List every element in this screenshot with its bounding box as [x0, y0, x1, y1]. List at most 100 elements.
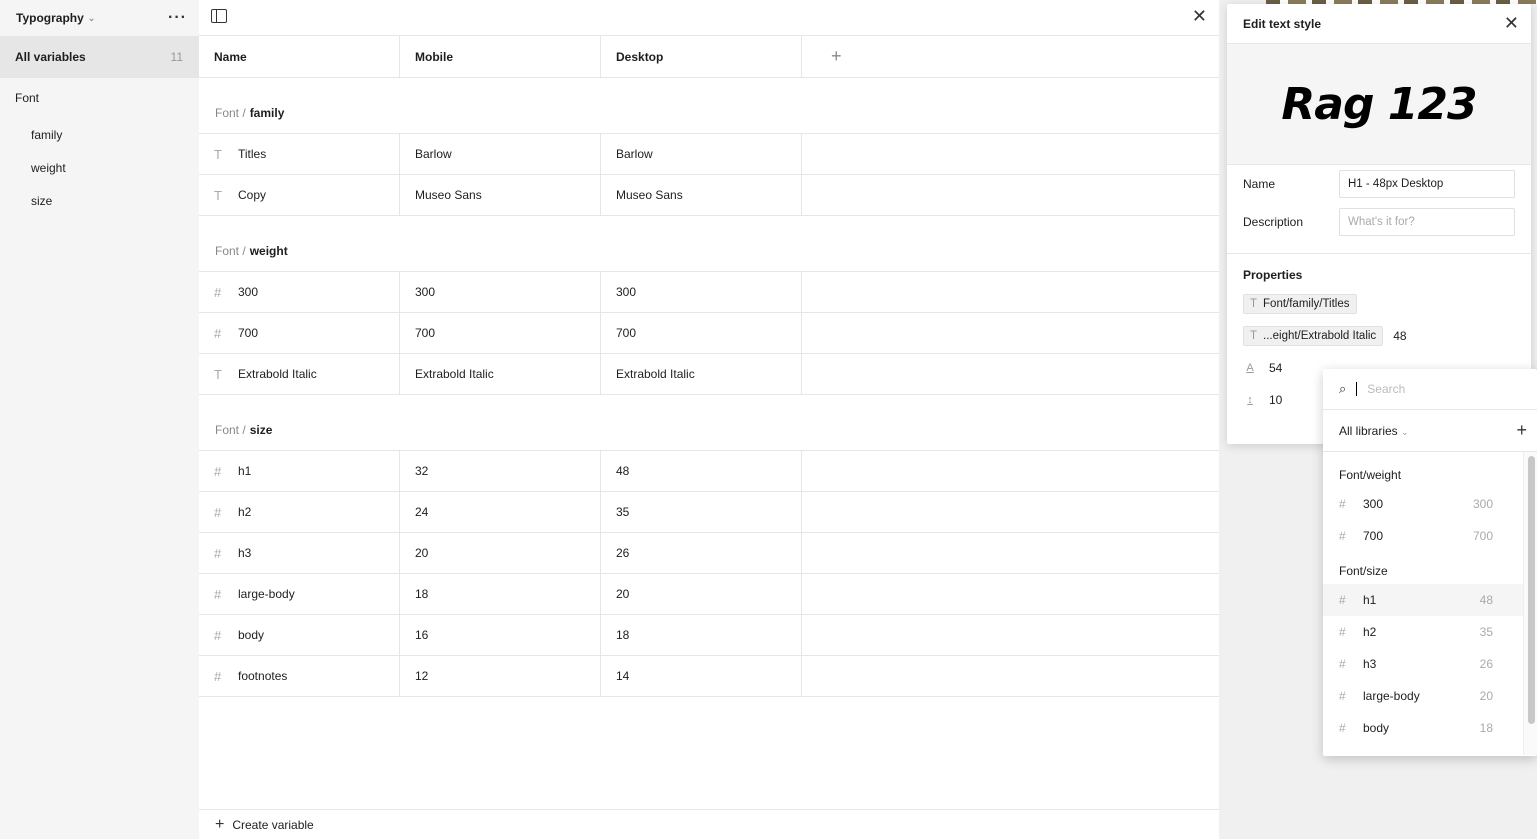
dropdown-item[interactable]: # h2 35: [1323, 616, 1523, 648]
name-field-row: Name H1 - 48px Desktop: [1227, 165, 1531, 203]
mobile-value-cell[interactable]: 12: [400, 656, 601, 696]
table-row[interactable]: # body 16 18: [199, 615, 1219, 656]
mobile-value-cell[interactable]: 24: [400, 492, 601, 532]
table-row[interactable]: #300 300 300: [199, 272, 1219, 313]
table-row[interactable]: #700 700 700: [199, 313, 1219, 354]
desktop-value-cell[interactable]: 35: [601, 492, 802, 532]
mobile-value-cell[interactable]: 20: [400, 533, 601, 573]
search-input[interactable]: [1367, 382, 1518, 396]
plus-icon: +: [215, 815, 225, 833]
table-row[interactable]: # h3 20 26: [199, 533, 1219, 574]
table-row[interactable]: T Copy Museo Sans Museo Sans: [199, 175, 1219, 216]
variable-name-cell[interactable]: # h3: [199, 533, 400, 573]
mobile-value-cell[interactable]: 16: [400, 615, 601, 655]
mobile-value-cell[interactable]: 300: [400, 272, 601, 312]
desktop-value-cell[interactable]: 18: [601, 615, 802, 655]
variable-name-cell[interactable]: # body: [199, 615, 400, 655]
dropdown-item-name: body: [1363, 721, 1390, 735]
dropdown-item[interactable]: #300 300: [1323, 488, 1523, 520]
mobile-value-cell[interactable]: 700: [400, 313, 601, 353]
close-panel-icon[interactable]: ✕: [1504, 13, 1519, 34]
desktop-value-cell[interactable]: Extrabold Italic: [601, 354, 802, 394]
table-row[interactable]: T Titles Barlow Barlow: [199, 134, 1219, 175]
variable-name-cell[interactable]: # h2: [199, 492, 400, 532]
mobile-value-cell[interactable]: Museo Sans: [400, 175, 601, 215]
all-variables-count: 11: [170, 50, 183, 64]
dropdown-section-label: Font/size: [1339, 564, 1388, 578]
column-header-mobile[interactable]: Mobile: [400, 36, 601, 77]
library-filter-label: All libraries: [1339, 423, 1398, 438]
table-row[interactable]: # large-body 18 20: [199, 574, 1219, 615]
dropdown-item-name: 300: [1363, 497, 1384, 511]
desktop-value-cell[interactable]: 14: [601, 656, 802, 696]
empty-cell: [802, 134, 1219, 174]
desktop-value-cell[interactable]: 20: [601, 574, 802, 614]
font-weight-chip[interactable]: T ...eight/Extrabold Italic: [1243, 326, 1384, 346]
desktop-value-cell[interactable]: 700: [601, 313, 802, 353]
font-weight-row: T ...eight/Extrabold Italic 48: [1227, 314, 1531, 346]
toggle-sidebar-icon[interactable]: [211, 9, 227, 23]
number-type-icon: #: [1339, 529, 1346, 543]
sidebar-header: Typography ⌄ ···: [0, 0, 199, 36]
more-options-icon[interactable]: ···: [168, 9, 187, 27]
number-type-icon: #: [1339, 689, 1346, 703]
search-icon: ⌕: [1339, 381, 1347, 396]
font-size-value[interactable]: 48: [1393, 329, 1406, 343]
dropdown-item[interactable]: # h1 48: [1323, 584, 1523, 616]
empty-cell: [802, 656, 1219, 696]
sidebar-group-font[interactable]: Font: [0, 78, 199, 118]
desktop-value-cell[interactable]: Museo Sans: [601, 175, 802, 215]
dropdown-item[interactable]: #700 700: [1323, 520, 1523, 552]
dropdown-item[interactable]: # large-body 20: [1323, 680, 1523, 712]
chevron-down-icon: ⌄: [87, 12, 96, 23]
mobile-value-cell[interactable]: 18: [400, 574, 601, 614]
table-row[interactable]: # h2 24 35: [199, 492, 1219, 533]
description-input[interactable]: What's it for?: [1339, 208, 1515, 236]
add-mode-plus-icon[interactable]: +: [817, 46, 842, 67]
sidebar-item-all-variables[interactable]: All variables 11: [0, 36, 199, 78]
search-bar: ⌕: [1323, 369, 1537, 410]
add-variable-icon[interactable]: +: [1516, 420, 1527, 441]
desktop-value-cell[interactable]: 300: [601, 272, 802, 312]
mobile-value-cell[interactable]: 32: [400, 451, 601, 491]
table-row[interactable]: T Extrabold Italic Extrabold Italic Extrabo…: [199, 354, 1219, 395]
table-row[interactable]: # footnotes 12 14: [199, 656, 1219, 697]
variable-name-cell[interactable]: # footnotes: [199, 656, 400, 696]
dropdown-item[interactable]: # h3 26: [1323, 648, 1523, 680]
close-icon[interactable]: ✕: [1192, 6, 1207, 27]
mobile-value-cell[interactable]: Extrabold Italic: [400, 354, 601, 394]
description-field-row: Description What's it for?: [1227, 203, 1531, 241]
number-type-icon: #: [1339, 657, 1346, 671]
sidebar-item-size[interactable]: size: [0, 184, 199, 217]
dropdown-item-name: h3: [1363, 657, 1377, 671]
scrollbar-thumb[interactable]: [1528, 456, 1535, 724]
library-filter-select[interactable]: All libraries ⌄: [1339, 424, 1409, 438]
variable-name-cell[interactable]: # h1: [199, 451, 400, 491]
panel-title: Edit text style: [1243, 16, 1322, 31]
variable-name: Extrabold Italic: [238, 367, 317, 381]
line-height-value[interactable]: 54: [1269, 361, 1282, 375]
column-header-desktop[interactable]: Desktop: [601, 36, 802, 77]
variable-name: 300: [238, 285, 259, 299]
desktop-value-cell[interactable]: 26: [601, 533, 802, 573]
sidebar-item-family[interactable]: family: [0, 118, 199, 151]
font-family-chip[interactable]: T Font/family/Titles: [1243, 294, 1357, 314]
name-input[interactable]: H1 - 48px Desktop: [1339, 170, 1515, 198]
desktop-value-cell[interactable]: Barlow: [601, 134, 802, 174]
variable-name-cell[interactable]: T Extrabold Italic: [199, 354, 400, 394]
desktop-value-cell[interactable]: 48: [601, 451, 802, 491]
table-row[interactable]: # h1 32 48: [199, 451, 1219, 492]
variable-name-cell[interactable]: T Copy: [199, 175, 400, 215]
name-label: Name: [1243, 177, 1276, 191]
dropdown-item[interactable]: # body 18: [1323, 712, 1523, 744]
letter-spacing-value[interactable]: 10: [1269, 393, 1282, 407]
variable-name-cell[interactable]: T Titles: [199, 134, 400, 174]
create-variable-button[interactable]: + Create variable: [199, 809, 1219, 839]
collection-switcher[interactable]: Typography ⌄: [16, 11, 95, 25]
variable-name-cell[interactable]: # large-body: [199, 574, 400, 614]
variable-name-cell[interactable]: #700: [199, 313, 400, 353]
sidebar-item-weight[interactable]: weight: [0, 151, 199, 184]
variable-name-cell[interactable]: #300: [199, 272, 400, 312]
number-type-icon: #: [1339, 625, 1346, 639]
mobile-value-cell[interactable]: Barlow: [400, 134, 601, 174]
